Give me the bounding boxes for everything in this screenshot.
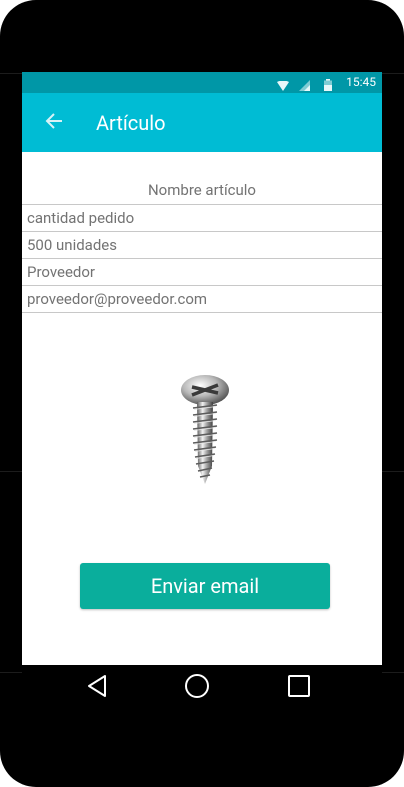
nav-recents-button[interactable] [285, 674, 313, 702]
field-text: 500 unidades [27, 236, 117, 254]
field-row-quantity-label: cantidad pedido [22, 204, 382, 230]
nav-home-button[interactable] [183, 674, 211, 702]
back-triangle-icon [86, 674, 108, 702]
send-email-button[interactable]: Enviar email [80, 563, 330, 609]
field-row-quantity-value: 500 unidades [22, 231, 382, 257]
field-row-supplier-email: proveedor@proveedor.com [22, 285, 382, 313]
home-circle-icon [184, 673, 210, 703]
status-time: 15:45 [346, 75, 376, 89]
status-bar: 15:45 [22, 72, 382, 93]
field-text: cantidad pedido [27, 209, 135, 227]
back-button[interactable] [40, 109, 68, 137]
phone-screen: 15:45 Artículo Nombre artículo cantidad … [22, 72, 382, 665]
screw-image [181, 375, 229, 484]
field-row-supplier: Proveedor [22, 258, 382, 284]
recents-square-icon [287, 674, 311, 702]
field-text: Proveedor [27, 263, 96, 281]
nav-back-button[interactable] [83, 674, 111, 702]
product-name: Nombre artículo [147, 181, 256, 199]
field-text: proveedor@proveedor.com [27, 290, 208, 308]
navigation-bar [22, 665, 382, 711]
device-frame: 15:45 Artículo Nombre artículo cantidad … [0, 0, 404, 787]
app-bar: Artículo [22, 93, 382, 152]
arrow-back-icon [45, 112, 63, 134]
page-title: Artículo [96, 111, 166, 135]
